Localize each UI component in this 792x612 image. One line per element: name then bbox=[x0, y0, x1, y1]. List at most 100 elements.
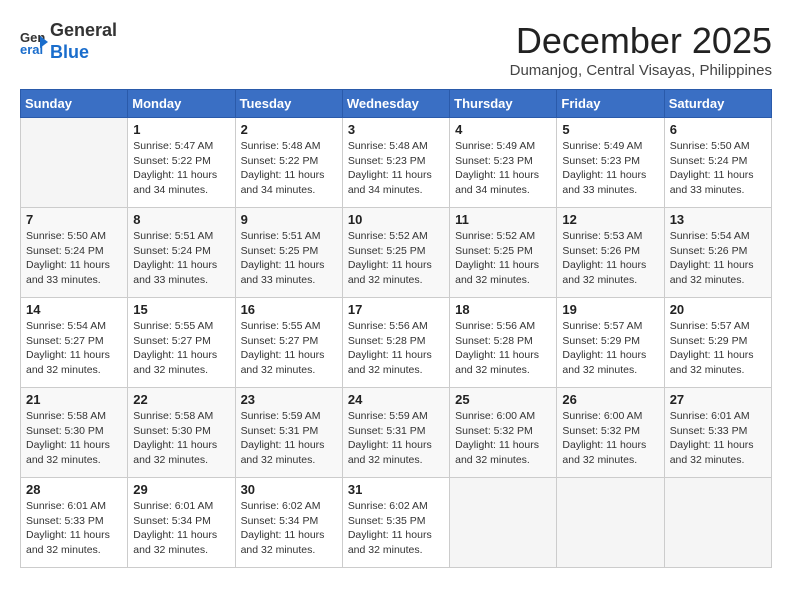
day-info: Sunrise: 5:48 AMSunset: 5:23 PMDaylight:… bbox=[348, 139, 444, 198]
calendar-cell: 27 Sunrise: 6:01 AMSunset: 5:33 PMDaylig… bbox=[664, 388, 771, 478]
day-number: 20 bbox=[670, 302, 766, 317]
day-info: Sunrise: 5:51 AMSunset: 5:25 PMDaylight:… bbox=[241, 229, 337, 288]
calendar-cell: 20 Sunrise: 5:57 AMSunset: 5:29 PMDaylig… bbox=[664, 298, 771, 388]
day-number: 12 bbox=[562, 212, 658, 227]
calendar-cell: 11 Sunrise: 5:52 AMSunset: 5:25 PMDaylig… bbox=[450, 208, 557, 298]
subtitle: Dumanjog, Central Visayas, Philippines bbox=[510, 62, 772, 79]
calendar-cell: 31 Sunrise: 6:02 AMSunset: 5:35 PMDaylig… bbox=[342, 478, 449, 568]
day-info: Sunrise: 5:49 AMSunset: 5:23 PMDaylight:… bbox=[562, 139, 658, 198]
day-number: 30 bbox=[241, 482, 337, 497]
day-number: 22 bbox=[133, 392, 229, 407]
day-info: Sunrise: 6:00 AMSunset: 5:32 PMDaylight:… bbox=[455, 409, 551, 468]
weekday-wednesday: Wednesday bbox=[342, 90, 449, 118]
day-info: Sunrise: 5:57 AMSunset: 5:29 PMDaylight:… bbox=[670, 319, 766, 378]
calendar-body: 1 Sunrise: 5:47 AMSunset: 5:22 PMDayligh… bbox=[21, 118, 772, 568]
day-info: Sunrise: 5:47 AMSunset: 5:22 PMDaylight:… bbox=[133, 139, 229, 198]
calendar-cell: 8 Sunrise: 5:51 AMSunset: 5:24 PMDayligh… bbox=[128, 208, 235, 298]
week-row-2: 7 Sunrise: 5:50 AMSunset: 5:24 PMDayligh… bbox=[21, 208, 772, 298]
day-number: 29 bbox=[133, 482, 229, 497]
day-number: 10 bbox=[348, 212, 444, 227]
day-info: Sunrise: 5:49 AMSunset: 5:23 PMDaylight:… bbox=[455, 139, 551, 198]
day-info: Sunrise: 5:50 AMSunset: 5:24 PMDaylight:… bbox=[670, 139, 766, 198]
day-number: 7 bbox=[26, 212, 122, 227]
day-info: Sunrise: 6:01 AMSunset: 5:33 PMDaylight:… bbox=[670, 409, 766, 468]
day-number: 26 bbox=[562, 392, 658, 407]
calendar-cell: 7 Sunrise: 5:50 AMSunset: 5:24 PMDayligh… bbox=[21, 208, 128, 298]
calendar-cell: 25 Sunrise: 6:00 AMSunset: 5:32 PMDaylig… bbox=[450, 388, 557, 478]
day-number: 19 bbox=[562, 302, 658, 317]
calendar-cell: 19 Sunrise: 5:57 AMSunset: 5:29 PMDaylig… bbox=[557, 298, 664, 388]
day-number: 9 bbox=[241, 212, 337, 227]
calendar-table: SundayMondayTuesdayWednesdayThursdayFrid… bbox=[20, 89, 772, 568]
week-row-3: 14 Sunrise: 5:54 AMSunset: 5:27 PMDaylig… bbox=[21, 298, 772, 388]
calendar-cell: 13 Sunrise: 5:54 AMSunset: 5:26 PMDaylig… bbox=[664, 208, 771, 298]
calendar-cell: 30 Sunrise: 6:02 AMSunset: 5:34 PMDaylig… bbox=[235, 478, 342, 568]
weekday-header-row: SundayMondayTuesdayWednesdayThursdayFrid… bbox=[21, 90, 772, 118]
week-row-4: 21 Sunrise: 5:58 AMSunset: 5:30 PMDaylig… bbox=[21, 388, 772, 478]
day-number: 14 bbox=[26, 302, 122, 317]
day-number: 28 bbox=[26, 482, 122, 497]
day-number: 2 bbox=[241, 122, 337, 137]
logo: Gen eral General Blue bbox=[20, 20, 117, 63]
day-info: Sunrise: 5:51 AMSunset: 5:24 PMDaylight:… bbox=[133, 229, 229, 288]
calendar-cell: 24 Sunrise: 5:59 AMSunset: 5:31 PMDaylig… bbox=[342, 388, 449, 478]
day-info: Sunrise: 5:50 AMSunset: 5:24 PMDaylight:… bbox=[26, 229, 122, 288]
day-info: Sunrise: 5:54 AMSunset: 5:26 PMDaylight:… bbox=[670, 229, 766, 288]
day-info: Sunrise: 5:53 AMSunset: 5:26 PMDaylight:… bbox=[562, 229, 658, 288]
calendar-cell: 10 Sunrise: 5:52 AMSunset: 5:25 PMDaylig… bbox=[342, 208, 449, 298]
calendar-cell: 4 Sunrise: 5:49 AMSunset: 5:23 PMDayligh… bbox=[450, 118, 557, 208]
day-info: Sunrise: 6:01 AMSunset: 5:33 PMDaylight:… bbox=[26, 499, 122, 558]
page-header: Gen eral General Blue December 2025 Duma… bbox=[20, 20, 772, 79]
day-info: Sunrise: 6:00 AMSunset: 5:32 PMDaylight:… bbox=[562, 409, 658, 468]
calendar-cell: 6 Sunrise: 5:50 AMSunset: 5:24 PMDayligh… bbox=[664, 118, 771, 208]
day-number: 23 bbox=[241, 392, 337, 407]
day-number: 18 bbox=[455, 302, 551, 317]
day-info: Sunrise: 5:58 AMSunset: 5:30 PMDaylight:… bbox=[26, 409, 122, 468]
weekday-monday: Monday bbox=[128, 90, 235, 118]
weekday-saturday: Saturday bbox=[664, 90, 771, 118]
calendar-cell: 23 Sunrise: 5:59 AMSunset: 5:31 PMDaylig… bbox=[235, 388, 342, 478]
day-info: Sunrise: 5:55 AMSunset: 5:27 PMDaylight:… bbox=[133, 319, 229, 378]
day-number: 5 bbox=[562, 122, 658, 137]
day-number: 13 bbox=[670, 212, 766, 227]
month-title: December 2025 bbox=[510, 20, 772, 62]
calendar-cell bbox=[557, 478, 664, 568]
weekday-sunday: Sunday bbox=[21, 90, 128, 118]
day-info: Sunrise: 5:55 AMSunset: 5:27 PMDaylight:… bbox=[241, 319, 337, 378]
day-number: 24 bbox=[348, 392, 444, 407]
day-number: 4 bbox=[455, 122, 551, 137]
day-info: Sunrise: 5:57 AMSunset: 5:29 PMDaylight:… bbox=[562, 319, 658, 378]
day-number: 17 bbox=[348, 302, 444, 317]
day-info: Sunrise: 5:52 AMSunset: 5:25 PMDaylight:… bbox=[455, 229, 551, 288]
day-info: Sunrise: 6:01 AMSunset: 5:34 PMDaylight:… bbox=[133, 499, 229, 558]
calendar-cell: 29 Sunrise: 6:01 AMSunset: 5:34 PMDaylig… bbox=[128, 478, 235, 568]
day-number: 8 bbox=[133, 212, 229, 227]
day-number: 11 bbox=[455, 212, 551, 227]
week-row-5: 28 Sunrise: 6:01 AMSunset: 5:33 PMDaylig… bbox=[21, 478, 772, 568]
calendar-cell: 5 Sunrise: 5:49 AMSunset: 5:23 PMDayligh… bbox=[557, 118, 664, 208]
day-info: Sunrise: 5:59 AMSunset: 5:31 PMDaylight:… bbox=[241, 409, 337, 468]
day-info: Sunrise: 6:02 AMSunset: 5:34 PMDaylight:… bbox=[241, 499, 337, 558]
calendar-cell bbox=[450, 478, 557, 568]
calendar-cell: 26 Sunrise: 6:00 AMSunset: 5:32 PMDaylig… bbox=[557, 388, 664, 478]
day-number: 3 bbox=[348, 122, 444, 137]
calendar-cell: 28 Sunrise: 6:01 AMSunset: 5:33 PMDaylig… bbox=[21, 478, 128, 568]
weekday-friday: Friday bbox=[557, 90, 664, 118]
calendar-cell: 22 Sunrise: 5:58 AMSunset: 5:30 PMDaylig… bbox=[128, 388, 235, 478]
logo-icon: Gen eral bbox=[20, 28, 48, 56]
day-info: Sunrise: 5:58 AMSunset: 5:30 PMDaylight:… bbox=[133, 409, 229, 468]
weekday-thursday: Thursday bbox=[450, 90, 557, 118]
day-info: Sunrise: 5:59 AMSunset: 5:31 PMDaylight:… bbox=[348, 409, 444, 468]
day-number: 15 bbox=[133, 302, 229, 317]
day-number: 1 bbox=[133, 122, 229, 137]
day-info: Sunrise: 5:56 AMSunset: 5:28 PMDaylight:… bbox=[348, 319, 444, 378]
calendar-cell bbox=[21, 118, 128, 208]
calendar-cell: 21 Sunrise: 5:58 AMSunset: 5:30 PMDaylig… bbox=[21, 388, 128, 478]
day-info: Sunrise: 5:56 AMSunset: 5:28 PMDaylight:… bbox=[455, 319, 551, 378]
day-number: 31 bbox=[348, 482, 444, 497]
calendar-cell bbox=[664, 478, 771, 568]
day-number: 25 bbox=[455, 392, 551, 407]
day-info: Sunrise: 6:02 AMSunset: 5:35 PMDaylight:… bbox=[348, 499, 444, 558]
day-info: Sunrise: 5:48 AMSunset: 5:22 PMDaylight:… bbox=[241, 139, 337, 198]
calendar-cell: 18 Sunrise: 5:56 AMSunset: 5:28 PMDaylig… bbox=[450, 298, 557, 388]
